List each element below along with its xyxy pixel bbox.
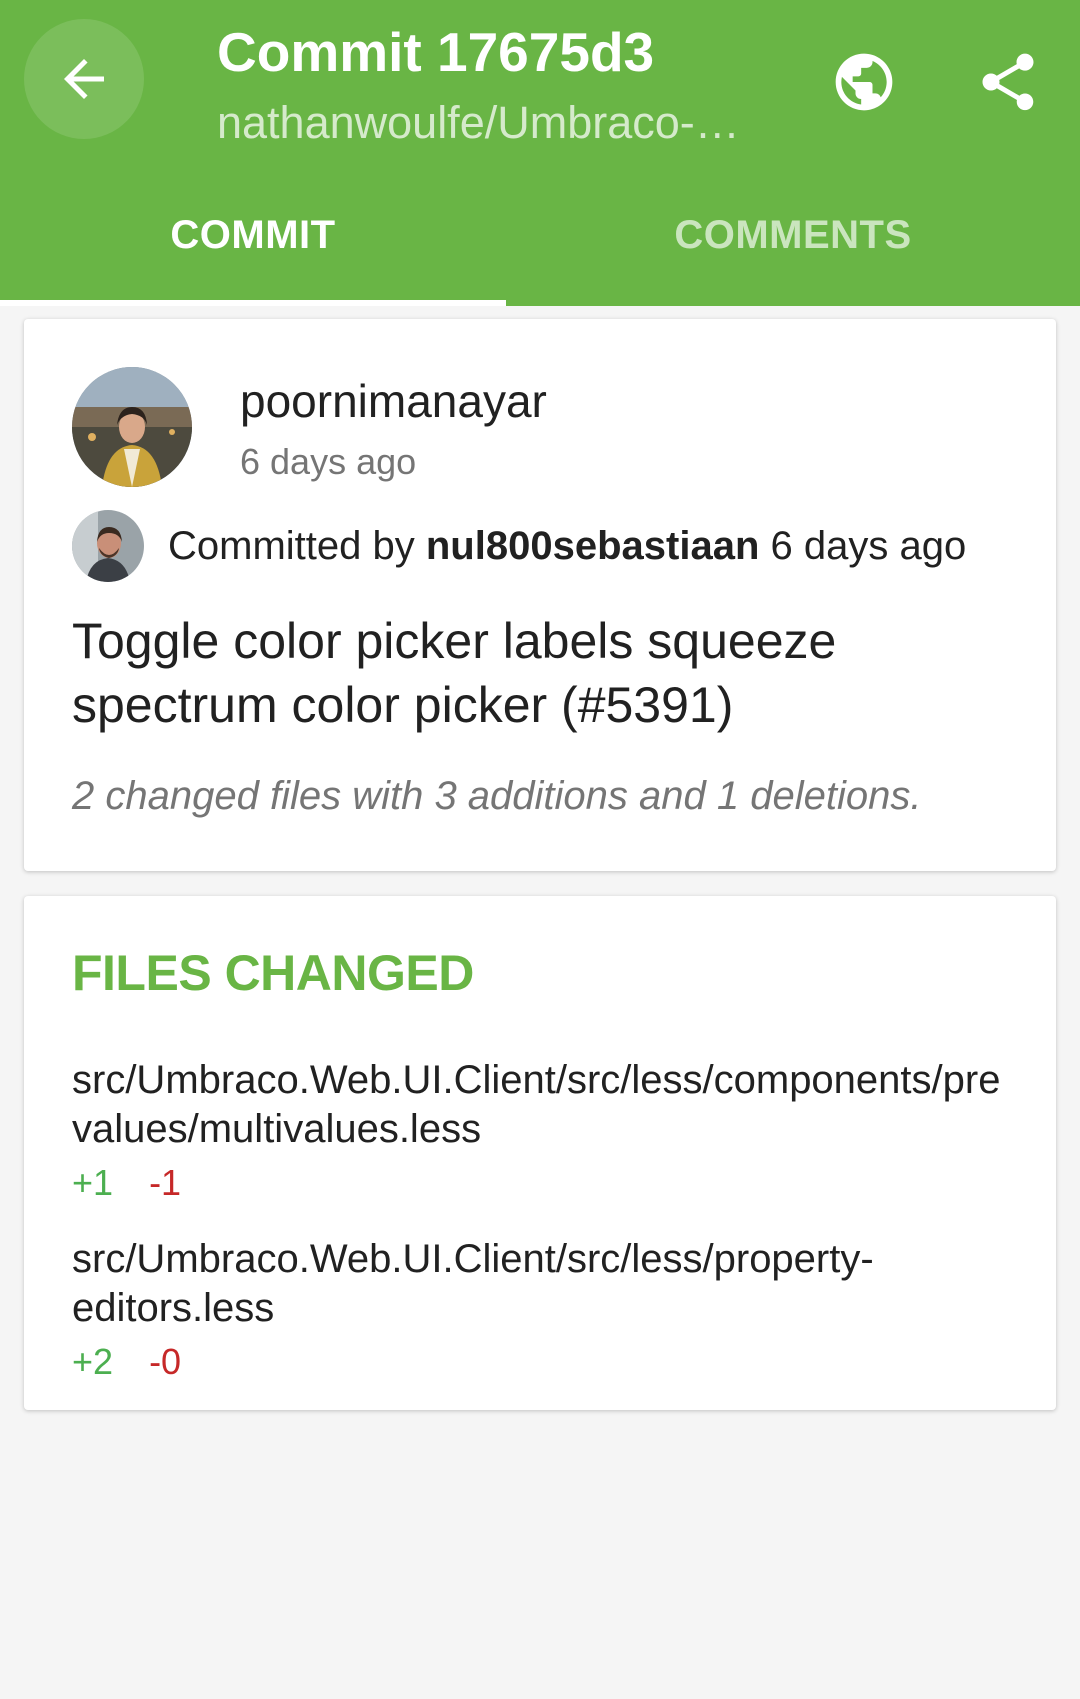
app-bar: Commit 17675d3 nathanwoulfe/Umbraco-… CO…: [0, 0, 1080, 306]
committer-name[interactable]: nul800sebastiaan: [426, 524, 760, 568]
files-changed-heading: FILES CHANGED: [72, 945, 474, 1001]
committer-avatar-image: [72, 510, 144, 582]
file-change-counts: +2 -0: [72, 1337, 1012, 1387]
share-button[interactable]: [962, 36, 1054, 128]
share-icon: [982, 53, 1034, 111]
tab-commit-label: COMMIT: [170, 212, 336, 257]
file-path: src/Umbraco.Web.UI.Client/src/less/prope…: [72, 1237, 874, 1330]
back-button[interactable]: [24, 19, 144, 139]
files-changed-card: FILES CHANGED src/Umbraco.Web.UI.Client/…: [24, 896, 1056, 1410]
file-item[interactable]: src/Umbraco.Web.UI.Client/src/less/compo…: [72, 1056, 1012, 1208]
committed-time: 6 days ago: [770, 523, 967, 568]
committer-row: Committed by nul800sebastiaan 6 days ago: [72, 510, 966, 582]
file-path: src/Umbraco.Web.UI.Client/src/less/compo…: [72, 1058, 1001, 1151]
author-avatar-image: [72, 367, 192, 487]
committed-by-label: Committed by: [168, 523, 415, 568]
additions-count: +1: [72, 1162, 114, 1203]
tab-bar: COMMIT COMMENTS: [0, 180, 1080, 306]
file-item[interactable]: src/Umbraco.Web.UI.Client/src/less/prope…: [72, 1235, 1012, 1387]
globe-icon: [835, 53, 893, 111]
file-change-counts: +1 -1: [72, 1158, 1012, 1208]
commit-screen: Commit 17675d3 nathanwoulfe/Umbraco-… CO…: [0, 0, 1080, 1699]
open-in-browser-button[interactable]: [818, 36, 910, 128]
arrow-back-icon: [64, 59, 104, 99]
deletions-count: -1: [149, 1162, 182, 1203]
deletions-count: -0: [149, 1341, 182, 1382]
commit-stats: 2 changed files with 3 additions and 1 d…: [72, 774, 922, 818]
repository-name[interactable]: nathanwoulfe/Umbraco-…: [217, 91, 777, 155]
tab-comments[interactable]: COMMENTS: [506, 180, 1080, 306]
committer-avatar[interactable]: [72, 510, 144, 582]
additions-count: +2: [72, 1341, 114, 1382]
tab-comments-label: COMMENTS: [674, 212, 912, 257]
commit-card: poornimanayar 6 days ago Committed by nu…: [24, 319, 1056, 871]
commit-message: Toggle color picker labels squeeze spect…: [72, 613, 837, 733]
author-name[interactable]: poornimanayar: [240, 369, 547, 433]
tab-selected-indicator: [0, 300, 506, 306]
committer-text: Committed by nul800sebastiaan 6 days ago: [168, 524, 966, 569]
page-title: Commit 17675d3: [217, 21, 655, 83]
author-time: 6 days ago: [240, 441, 417, 482]
author-avatar[interactable]: [72, 367, 192, 487]
tab-commit[interactable]: COMMIT: [0, 180, 506, 306]
